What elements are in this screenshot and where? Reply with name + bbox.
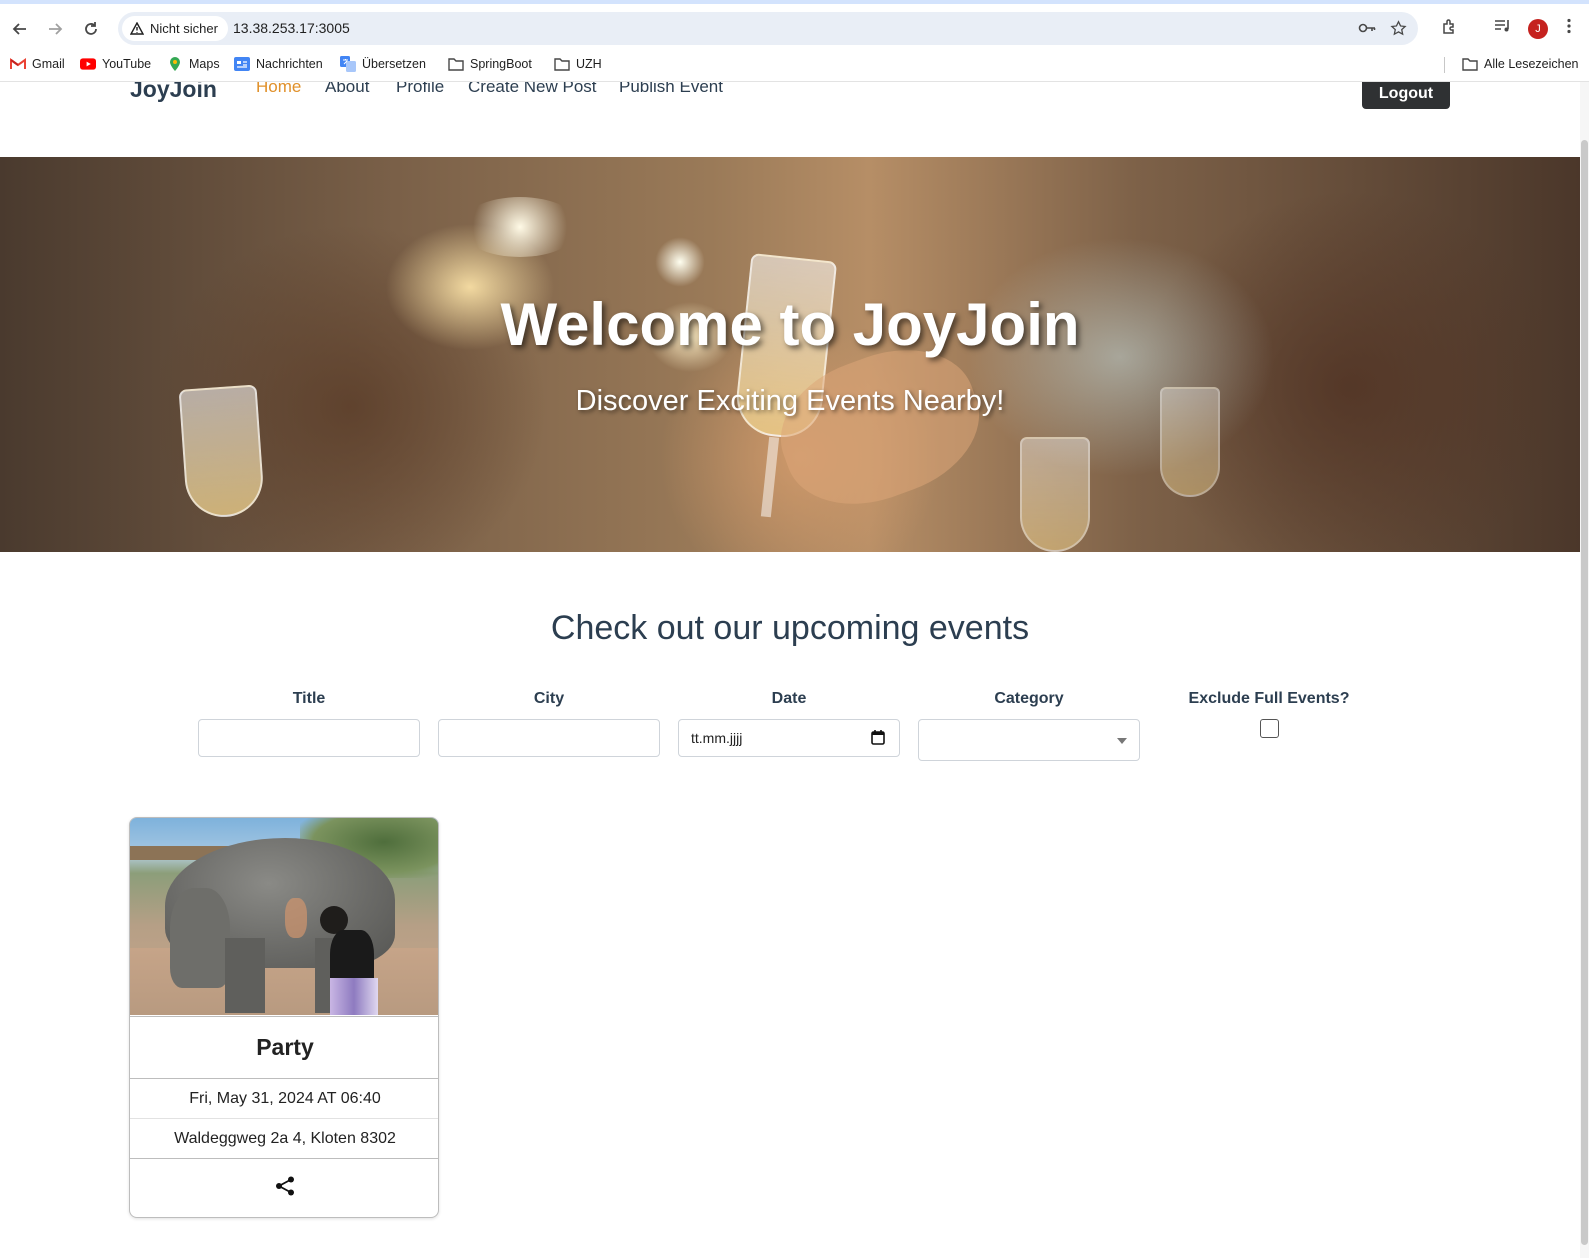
brand-logo[interactable]: JoyJoin <box>130 82 217 103</box>
scrollbar-thumb[interactable] <box>1581 140 1588 1245</box>
password-key-icon[interactable] <box>1358 20 1376 41</box>
site-navbar: JoyJoin Home About Profile Create New Po… <box>0 82 1580 156</box>
nav-home[interactable]: Home <box>256 82 301 97</box>
media-control-icon[interactable] <box>1494 18 1512 39</box>
date-input[interactable]: tt.mm.jjjj <box>678 719 900 757</box>
bookmark-uebersetzen[interactable]: Übersetzen <box>340 56 426 72</box>
translate-icon <box>340 56 356 72</box>
bookmark-springboot[interactable]: SpringBoot <box>448 56 532 72</box>
menu-dots-icon[interactable] <box>1566 18 1572 39</box>
maps-icon <box>167 56 183 72</box>
filter-title: Title <box>198 690 420 757</box>
bookmark-star-icon[interactable] <box>1390 20 1407 42</box>
reload-icon[interactable] <box>80 18 102 40</box>
share-button[interactable] <box>130 1158 438 1217</box>
nav-about[interactable]: About <box>325 82 369 97</box>
browser-toolbar: Nicht sicher 13.38.253.17:3005 J <box>0 0 1589 48</box>
bookmark-label: SpringBoot <box>470 57 532 71</box>
nav-profile[interactable]: Profile <box>396 82 444 97</box>
bookmark-gmail[interactable]: Gmail <box>10 56 65 72</box>
filter-exclude-full: Exclude Full Events? <box>1158 690 1380 738</box>
filter-category-label: Category <box>994 690 1064 707</box>
bookmark-label: Nachrichten <box>256 57 323 71</box>
hero-subtitle: Discover Exciting Events Nearby! <box>575 385 1005 417</box>
filter-title-label: Title <box>292 690 326 707</box>
all-bookmarks[interactable]: Alle Lesezeichen <box>1462 56 1579 72</box>
nav-create-new-post[interactable]: Create New Post <box>468 82 597 97</box>
exclude-full-checkbox[interactable] <box>1259 719 1279 738</box>
filter-city-label: City <box>533 690 565 707</box>
security-chip[interactable]: Nicht sicher <box>122 16 228 41</box>
youtube-icon <box>80 56 96 72</box>
bookmark-label: Maps <box>189 57 220 71</box>
date-placeholder: tt.mm.jjjj <box>691 730 743 746</box>
gmail-icon <box>10 56 26 72</box>
folder-icon <box>448 56 464 72</box>
bookmark-label: Übersetzen <box>362 57 426 71</box>
event-address: Waldeggweg 2a 4, Kloten 8302 <box>130 1118 438 1158</box>
category-select[interactable] <box>918 719 1140 761</box>
event-title: Party <box>130 1016 438 1078</box>
filter-city: City <box>438 690 660 757</box>
bookmarks-divider <box>1444 57 1445 73</box>
bookmarks-bar: Gmail YouTube Maps Nachrichten Übersetze… <box>0 48 1589 82</box>
nav-publish-event[interactable]: Publish Event <box>619 82 723 97</box>
folder-icon <box>1462 56 1478 72</box>
calendar-icon[interactable] <box>871 730 885 748</box>
warning-icon <box>130 22 144 35</box>
chevron-down-icon <box>1117 738 1127 744</box>
bookmark-label: YouTube <box>102 57 152 71</box>
all-bookmarks-label: Alle Lesezeichen <box>1484 57 1579 71</box>
filter-date-label: Date <box>771 690 807 707</box>
url-text[interactable]: 13.38.253.17:3005 <box>233 20 350 36</box>
security-label: Nicht sicher <box>150 21 218 36</box>
event-card[interactable]: Party Fri, May 31, 2024 AT 06:40 Waldegg… <box>129 817 439 1218</box>
bookmark-label: UZH <box>576 57 602 71</box>
bookmark-label: Gmail <box>32 57 65 71</box>
extensions-icon[interactable] <box>1441 18 1459 41</box>
event-datetime: Fri, May 31, 2024 AT 06:40 <box>130 1078 438 1118</box>
events-section-title: Check out our upcoming events <box>550 609 1030 647</box>
bookmark-youtube[interactable]: YouTube <box>80 56 151 72</box>
bookmark-nachrichten[interactable]: Nachrichten <box>234 56 323 72</box>
title-input[interactable] <box>198 719 420 757</box>
filter-date: Date tt.mm.jjjj <box>678 690 900 757</box>
bookmark-uzh[interactable]: UZH <box>554 56 602 72</box>
back-icon[interactable] <box>9 18 31 40</box>
filter-exclude-full-label: Exclude Full Events? <box>1188 690 1350 707</box>
bookmark-maps[interactable]: Maps <box>167 56 220 72</box>
city-input[interactable] <box>438 719 660 757</box>
event-image <box>130 818 438 1015</box>
share-icon <box>274 1175 296 1202</box>
hero-banner: Welcome to JoyJoin Discover Exciting Eve… <box>0 157 1580 552</box>
filter-category: Category <box>918 690 1140 761</box>
address-bar[interactable]: Nicht sicher 13.38.253.17:3005 <box>118 12 1418 45</box>
folder-icon <box>554 56 570 72</box>
profile-avatar[interactable]: J <box>1528 19 1548 39</box>
news-icon <box>234 56 250 72</box>
logout-button[interactable]: Logout <box>1362 82 1450 109</box>
hero-title: Welcome to JoyJoin <box>500 291 1080 358</box>
forward-icon[interactable] <box>44 18 66 40</box>
page-viewport: JoyJoin Home About Profile Create New Po… <box>0 82 1580 1258</box>
